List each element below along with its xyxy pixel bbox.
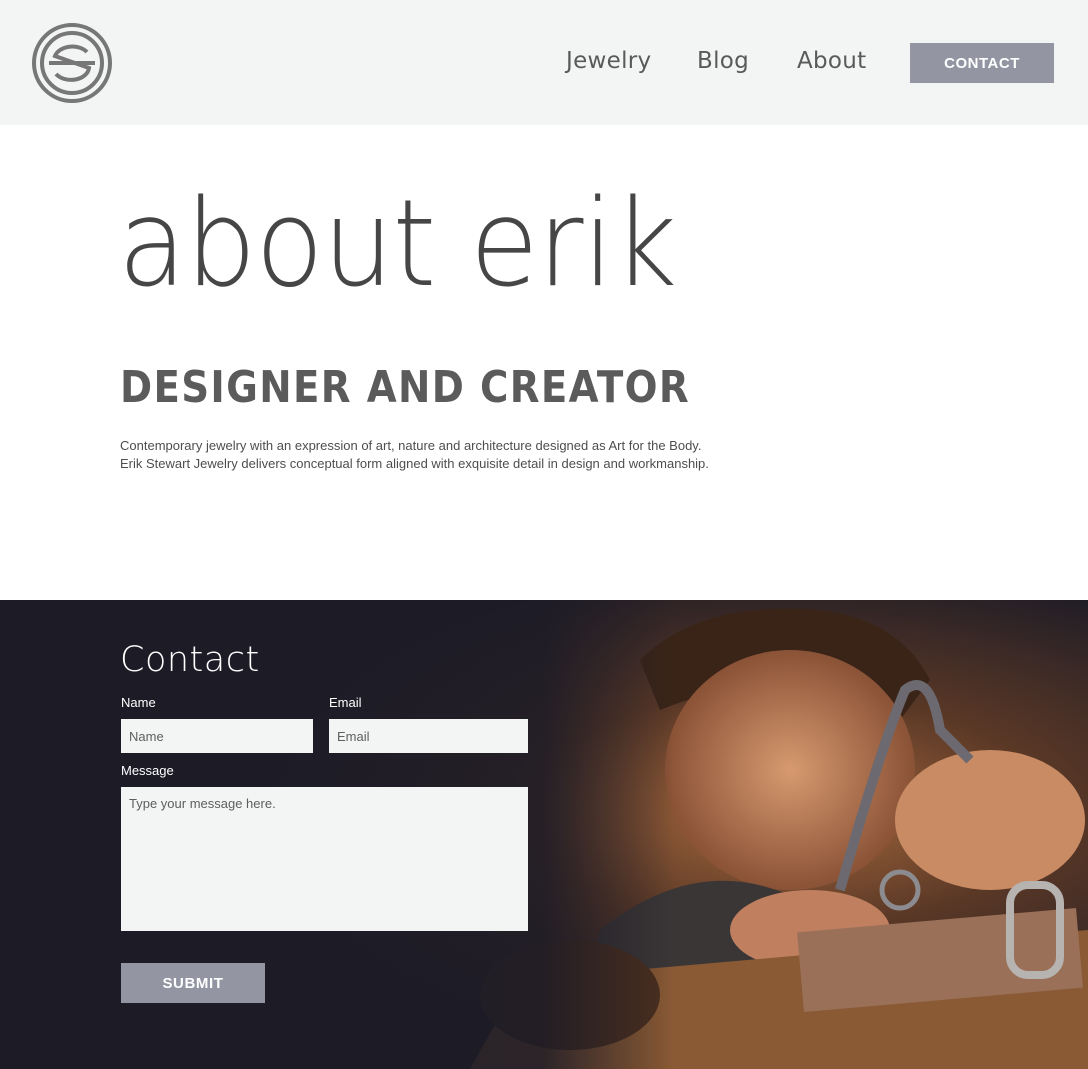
message-label: Message [121, 763, 174, 778]
page-subtitle: DESIGNER AND CREATOR [120, 362, 690, 413]
contact-title: Contact [120, 640, 260, 680]
name-input[interactable] [121, 719, 313, 753]
email-input[interactable] [329, 719, 528, 753]
nav-item-blog[interactable]: Blog [697, 48, 749, 74]
bio-text: Contemporary jewelry with an expression … [120, 438, 709, 471]
nav-item-about[interactable]: About [797, 48, 867, 74]
page-title: about erik [118, 175, 677, 314]
contact-button[interactable]: CONTACT [910, 43, 1054, 83]
site-header: Jewelry Blog About CONTACT [0, 0, 1088, 125]
submit-button[interactable]: SUBMIT [121, 963, 265, 1003]
name-label: Name [121, 695, 156, 710]
es-monogram-logo[interactable] [31, 22, 113, 104]
nav-item-jewelry[interactable]: Jewelry [566, 48, 651, 74]
email-label: Email [329, 695, 362, 710]
message-textarea[interactable] [121, 787, 528, 931]
